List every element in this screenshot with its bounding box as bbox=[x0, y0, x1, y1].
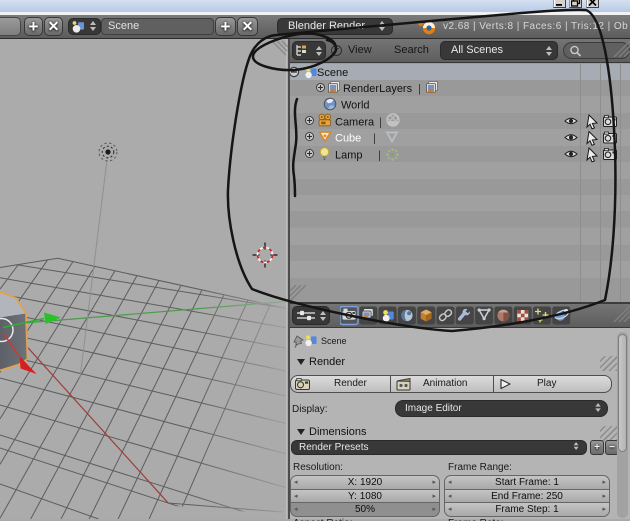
svg-text:|: | bbox=[379, 117, 382, 129]
svg-text:World: World bbox=[341, 100, 370, 112]
svg-text:RenderLayers: RenderLayers bbox=[343, 83, 413, 95]
svg-text:|: | bbox=[378, 150, 381, 162]
svg-text:Cube: Cube bbox=[335, 133, 361, 145]
svg-text:|: | bbox=[418, 83, 421, 95]
svg-text:|: | bbox=[373, 133, 376, 145]
svg-text:Lamp: Lamp bbox=[335, 150, 363, 162]
svg-text:Camera: Camera bbox=[335, 117, 375, 129]
svg-text:Scene: Scene bbox=[317, 67, 348, 79]
